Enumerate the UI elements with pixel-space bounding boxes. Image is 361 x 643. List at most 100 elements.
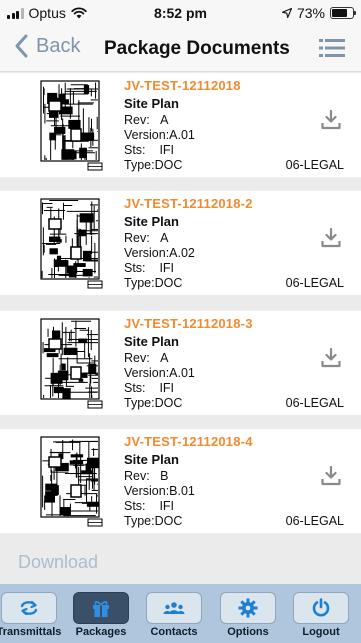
document-number: JV-TEST-12112018-2: [124, 196, 253, 211]
status-row: Sts: IFI: [124, 143, 174, 157]
type-row: Type:DOC: [124, 514, 182, 528]
download-icon[interactable]: [321, 348, 341, 368]
revision-label: Rev:: [124, 351, 150, 365]
battery-group: 73%: [281, 5, 356, 21]
document-card[interactable]: JV-TEST-12112018-2 Site Plan Rev: A Vers…: [0, 191, 361, 295]
sheet-size: 06-LEGAL: [285, 276, 344, 290]
type-label: Type:: [124, 276, 155, 290]
status-label: Sts:: [124, 381, 146, 395]
revision-value: A: [160, 113, 169, 127]
status-value: IFI: [159, 261, 175, 275]
status-row: Sts: IFI: [124, 261, 174, 275]
tab-label: Options: [227, 626, 269, 638]
revision-label: Rev:: [124, 469, 150, 483]
tab-icon-frame: [293, 592, 349, 624]
gear-icon: [238, 598, 258, 618]
sheet-size: 06-LEGAL: [285, 396, 344, 410]
tab-options[interactable]: Options: [212, 584, 284, 643]
version-label: Version:: [124, 128, 170, 142]
page-title: Package Documents: [104, 38, 290, 59]
status-value: IFI: [159, 143, 175, 157]
document-title: Site Plan: [124, 452, 179, 467]
type-value: DOC: [154, 396, 183, 410]
location-arrow-icon: [281, 8, 292, 18]
tab-icon-frame: [1, 592, 57, 624]
type-row: Type:DOC: [124, 396, 182, 410]
version-label: Version:: [124, 484, 170, 498]
type-label: Type:: [124, 396, 155, 410]
tab-icon-frame: [220, 592, 276, 624]
tab-label: Contacts: [150, 626, 198, 638]
revision-label: Rev:: [124, 231, 150, 245]
chevron-left-icon: [15, 34, 28, 58]
version-value: A.01: [169, 128, 195, 142]
status-row: Sts: IFI: [124, 499, 174, 513]
battery-percent: 73%: [296, 5, 325, 21]
status-value: IFI: [159, 499, 175, 513]
sheet-size: 06-LEGAL: [285, 158, 344, 172]
download-icon[interactable]: [321, 228, 341, 248]
type-value: DOC: [154, 514, 183, 528]
tab-label: Packages: [75, 626, 127, 638]
document-card[interactable]: JV-TEST-12112018-4 Site Plan Rev: B Vers…: [0, 429, 361, 533]
version-row: Version:B.01: [124, 484, 195, 498]
version-row: Version:A.02: [124, 246, 195, 260]
back-label: Back: [36, 34, 81, 57]
tab-logout[interactable]: Logout: [285, 584, 357, 643]
revision-row: Rev: A: [124, 231, 168, 245]
status-value: IFI: [159, 381, 175, 395]
status-bar: Optus 8:52 pm 73%: [0, 0, 361, 26]
tab-packages[interactable]: Packages: [65, 584, 137, 643]
revision-value: B: [160, 469, 169, 483]
revision-value: A: [160, 351, 169, 365]
blueprint-thumbnail: [33, 433, 107, 529]
revision-value: A: [160, 231, 169, 245]
document-title: Site Plan: [124, 334, 179, 349]
download-icon[interactable]: [321, 466, 341, 486]
version-value: A.02: [169, 246, 195, 260]
gift-icon: [93, 601, 109, 617]
status-label: Sts:: [124, 499, 146, 513]
version-value: A.01: [169, 366, 195, 380]
sync-icon: [20, 600, 38, 616]
version-label: Version:: [124, 366, 170, 380]
tab-contacts[interactable]: Contacts: [138, 584, 210, 643]
revision-label: Rev:: [124, 113, 150, 127]
version-label: Version:: [124, 246, 170, 260]
back-button[interactable]: Back: [14, 34, 80, 58]
type-label: Type:: [124, 514, 155, 528]
download-all-button[interactable]: Download: [0, 540, 361, 584]
tab-label: Logout: [302, 626, 340, 638]
people-icon: [163, 602, 185, 614]
tab-transmittals[interactable]: Transmittals: [0, 584, 65, 643]
document-card[interactable]: JV-TEST-12112018-3 Site Plan Rev: A Vers…: [0, 311, 361, 415]
list-menu-icon[interactable]: [319, 38, 345, 58]
battery-icon: [330, 7, 356, 19]
status-label: Sts:: [124, 143, 146, 157]
revision-row: Rev: B: [124, 469, 168, 483]
version-value: B.01: [169, 484, 195, 498]
type-value: DOC: [154, 276, 183, 290]
navigation-bar: Back Package Documents: [0, 26, 361, 72]
blueprint-thumbnail: [33, 77, 107, 173]
type-value: DOC: [154, 158, 183, 172]
tab-icon-frame: [73, 592, 129, 624]
download-icon[interactable]: [321, 110, 341, 130]
type-row: Type:DOC: [124, 158, 182, 172]
revision-row: Rev: A: [124, 113, 168, 127]
tab-icon-frame: [146, 592, 202, 624]
document-number: JV-TEST-12112018-4: [124, 434, 253, 449]
document-card[interactable]: JV-TEST-12112018 Site Plan Rev: A Versio…: [0, 73, 361, 177]
status-row: Sts: IFI: [124, 381, 174, 395]
version-row: Version:A.01: [124, 366, 195, 380]
document-title: Site Plan: [124, 214, 179, 229]
type-label: Type:: [124, 158, 155, 172]
document-title: Site Plan: [124, 96, 179, 111]
sheet-size: 06-LEGAL: [285, 514, 344, 528]
revision-row: Rev: A: [124, 351, 168, 365]
blueprint-thumbnail: [33, 195, 107, 291]
document-number: JV-TEST-12112018-3: [124, 316, 253, 331]
document-number: JV-TEST-12112018: [124, 78, 241, 93]
status-label: Sts:: [124, 261, 146, 275]
tab-bar: Transmittals Packages Contacts Options L…: [0, 584, 361, 643]
